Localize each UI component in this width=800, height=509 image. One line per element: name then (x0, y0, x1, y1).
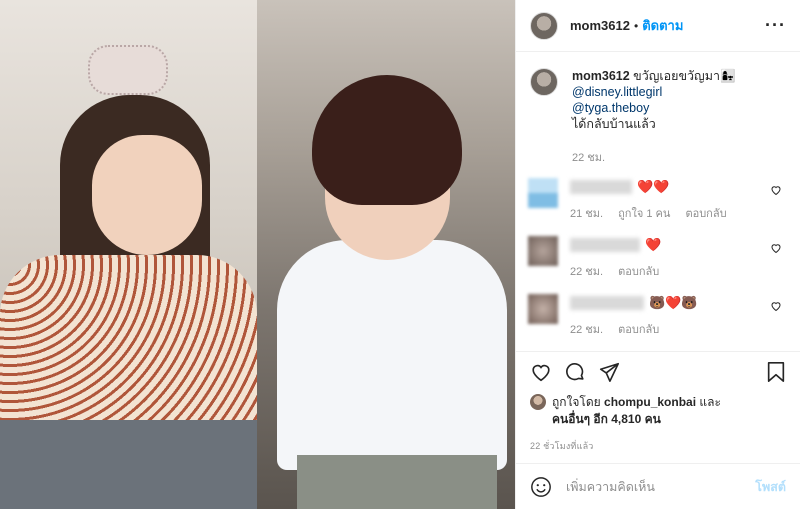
comment-item: ❤️❤️ 21 ชม. ถูกใจ 1 คน ตอบกลับ (528, 178, 786, 222)
comment-item: 🐻❤️🐻 22 ชม. ตอบกลับ (528, 294, 786, 338)
heart-outline-icon[interactable] (770, 184, 782, 196)
post-sidebar: mom3612 • ติดตาม ··· mom3612 ขวัญเอยขวัญ… (515, 0, 800, 509)
comment-username-blurred[interactable] (570, 180, 632, 194)
girl-hair-bow (88, 45, 168, 95)
caption-time[interactable]: 22 ชม. (572, 150, 736, 166)
separator-dot: • (633, 18, 639, 33)
comment-avatar[interactable] (528, 236, 558, 266)
comment-text: ❤️ (645, 237, 662, 252)
heart-outline-icon[interactable] (770, 300, 782, 312)
reply-button[interactable]: ตอบกลับ (685, 208, 726, 220)
liked-by-and: และ (699, 395, 721, 409)
comment-text: 🐻❤️🐻 (649, 295, 698, 310)
boy-hair (312, 75, 462, 205)
add-comment-bar: เพิ่มความคิดเห็น โพสต์ (516, 463, 800, 509)
girl-floral-shirt (0, 255, 257, 435)
comment-time[interactable]: 22 ชม. (570, 324, 603, 336)
share-paper-plane-icon[interactable] (598, 361, 620, 383)
mention-link[interactable]: @disney.littlegirl (572, 84, 736, 100)
photo-boy (257, 0, 515, 509)
liked-by: ถูกใจโดย chompu_konbai และ (530, 394, 786, 410)
comment-avatar[interactable] (528, 178, 558, 208)
liker-avatar[interactable] (530, 394, 546, 410)
post-image[interactable] (0, 0, 515, 509)
liker-username[interactable]: chompu_konbai (604, 394, 696, 410)
comment-time[interactable]: 22 ชม. (570, 266, 603, 278)
post-header: mom3612 • ติดตาม ··· (516, 0, 800, 52)
comment-time[interactable]: 21 ชม. (570, 208, 603, 220)
comment-username-blurred[interactable] (570, 238, 640, 252)
caption-username[interactable]: mom3612 (572, 69, 630, 83)
comment-input[interactable]: เพิ่มความคิดเห็น (566, 477, 755, 497)
reply-button[interactable]: ตอบกลับ (618, 266, 659, 278)
girl-face (92, 135, 202, 255)
boy-pants (297, 455, 497, 509)
girl-pants (0, 420, 257, 509)
bookmark-icon[interactable] (766, 361, 786, 383)
boy-white-shirt (277, 240, 507, 470)
post-timestamp[interactable]: 22 ชั่วโมงที่แล้ว (530, 439, 786, 453)
comment-text: ❤️❤️ (637, 179, 670, 194)
emoji-smiley-icon[interactable] (530, 476, 552, 498)
author-username[interactable]: mom3612 (570, 18, 630, 33)
caption: mom3612 ขวัญเอยขวัญมา👩‍👧 @disney.littleg… (530, 68, 786, 166)
photo-girl (0, 0, 257, 509)
liked-by-prefix: ถูกใจโดย (552, 395, 601, 409)
post-actions: ถูกใจโดย chompu_konbai และ คนอื่นๆ อีก 4… (516, 351, 800, 453)
mention-link[interactable]: @tyga.theboy (572, 100, 736, 116)
more-options-icon[interactable]: ··· (765, 15, 786, 36)
likes-count[interactable]: คนอื่นๆ อีก 4,810 คน (552, 410, 786, 429)
comment-likes[interactable]: ถูกใจ 1 คน (618, 208, 670, 220)
author-avatar[interactable] (530, 11, 558, 40)
comments-list[interactable]: mom3612 ขวัญเอยขวัญมา👩‍👧 @disney.littleg… (516, 52, 800, 351)
like-heart-icon[interactable] (530, 361, 552, 383)
caption-line: ได้กลับบ้านแล้ว (572, 117, 656, 131)
caption-text: ขวัญเอยขวัญมา👩‍👧 (633, 69, 736, 83)
comment-avatar[interactable] (528, 294, 558, 324)
comment-username-blurred[interactable] (570, 296, 644, 310)
comment-bubble-icon[interactable] (564, 361, 586, 383)
post-comment-button[interactable]: โพสต์ (755, 477, 786, 497)
heart-outline-icon[interactable] (770, 242, 782, 254)
reply-button[interactable]: ตอบกลับ (618, 324, 659, 336)
follow-button[interactable]: ติดตาม (642, 15, 683, 36)
instagram-post: mom3612 • ติดตาม ··· mom3612 ขวัญเอยขวัญ… (0, 0, 800, 509)
caption-avatar[interactable] (530, 68, 558, 96)
comment-item: ❤️ 22 ชม. ตอบกลับ (528, 236, 786, 280)
